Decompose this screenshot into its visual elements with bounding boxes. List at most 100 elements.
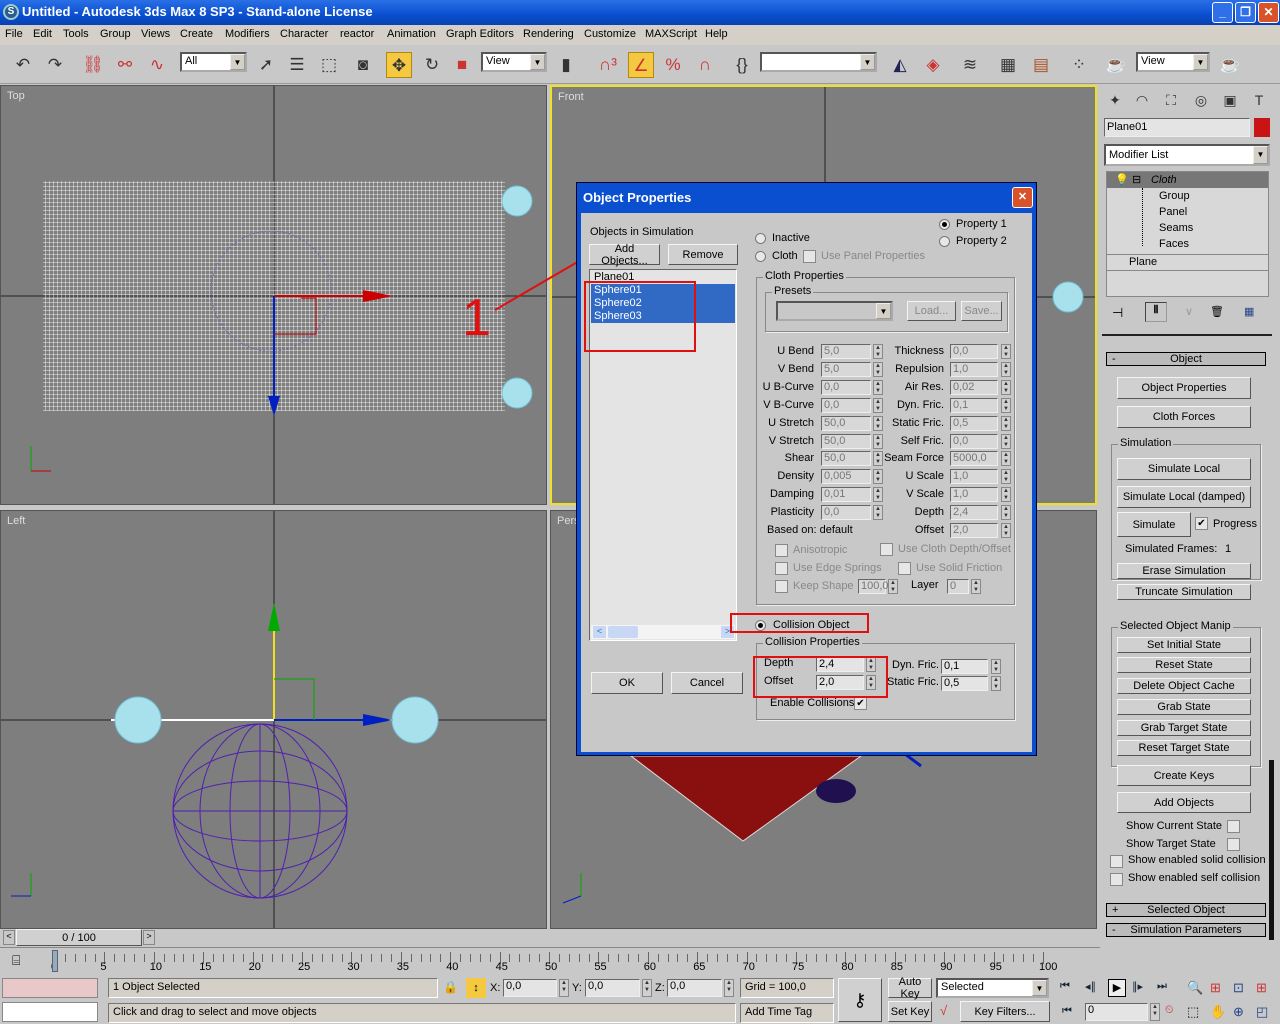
open-mini-curve-editor-icon[interactable]: ⌸ (12, 952, 20, 969)
cloth-field-input[interactable]: 0,0 (950, 344, 998, 359)
keep-shape-checkbox[interactable] (775, 580, 788, 593)
cloth-field-spinner[interactable]: ▲ ▼ (1001, 451, 1011, 467)
scrollbar-thumb[interactable] (608, 626, 638, 638)
maximize-viewport-icon[interactable]: ◰ (1256, 1004, 1268, 1020)
stack-sub-faces[interactable]: Faces (1159, 238, 1189, 250)
cloth-field-input[interactable]: 50,0 (821, 433, 871, 449)
list-horizontal-scrollbar[interactable]: < > (591, 625, 735, 639)
collision-offset-field[interactable]: 2,0 (816, 675, 864, 690)
simulate-button[interactable]: Simulate (1117, 512, 1191, 537)
select-by-name-icon[interactable]: ☰ (284, 52, 310, 78)
viewport-top[interactable]: Top (0, 85, 547, 505)
object-properties-button[interactable]: Object Properties (1117, 377, 1251, 399)
collision-depth-field[interactable]: 2,4 (816, 657, 864, 672)
z-spinner[interactable]: ▲ ▼ (724, 979, 734, 997)
named-selection-sets-dropdown[interactable]: ▼ (760, 52, 877, 72)
cloth-field-input[interactable]: 0,01 (821, 487, 871, 503)
cloth-field-input[interactable]: 0,0 (821, 379, 871, 395)
cloth-field-input[interactable]: 0,0 (950, 433, 998, 449)
menu-help[interactable]: Help (705, 28, 728, 40)
add-objects-dialog-button[interactable]: Add Objects... (589, 243, 660, 267)
next-frame-icon[interactable]: ∥▸ (1132, 980, 1143, 993)
stack-item-plane[interactable]: Plane (1129, 256, 1157, 268)
unlink-icon[interactable]: ⚯ (112, 52, 138, 78)
maxscript-input-mini[interactable] (2, 1002, 98, 1022)
set-initial-state-button[interactable]: Set Initial State (1117, 637, 1251, 653)
selection-filter-dropdown[interactable]: All ▼ (180, 52, 247, 72)
spinner-snap-icon[interactable]: ∩ (692, 52, 718, 78)
keep-shape-spinner[interactable]: ▲ ▼ (888, 579, 898, 594)
show-solid-collision-checkbox[interactable] (1110, 855, 1123, 868)
collision-dyn-fric-spinner[interactable]: ▲ ▼ (991, 659, 1001, 674)
time-configuration-icon[interactable]: ⏲ (1165, 1004, 1174, 1017)
dialog-close-button[interactable]: ✕ (1012, 187, 1033, 208)
viewport-left[interactable]: Left (0, 510, 547, 929)
object-color-swatch[interactable] (1254, 118, 1270, 137)
cloth-field-spinner[interactable]: ▲ ▼ (873, 379, 883, 395)
angle-snap-icon[interactable]: ∠ (628, 52, 654, 78)
maxscript-listener-mini[interactable] (2, 978, 98, 998)
truncate-simulation-button[interactable]: Truncate Simulation (1117, 584, 1251, 600)
command-panel-scrollbar[interactable] (1269, 760, 1274, 940)
close-button[interactable]: ✕ (1258, 2, 1279, 23)
render-scene-icon[interactable]: ☕ (1103, 52, 1129, 78)
show-target-state-checkbox[interactable] (1227, 838, 1240, 851)
scroll-left-icon[interactable]: < (593, 626, 606, 638)
keep-shape-field[interactable]: 100,0 (858, 579, 889, 594)
motion-tab-icon[interactable]: ◎ (1188, 87, 1214, 113)
cloth-forces-button[interactable]: Cloth Forces (1117, 406, 1251, 428)
show-current-state-checkbox[interactable] (1227, 820, 1240, 833)
cloth-field-input[interactable]: 0,0 (821, 505, 871, 521)
snap-toggle-icon[interactable]: ∩³ (595, 52, 621, 78)
menu-views[interactable]: Views (141, 28, 170, 40)
cloth-field-spinner[interactable]: ▲ ▼ (1001, 379, 1011, 395)
schematic-view-icon[interactable]: ▤ (1028, 52, 1054, 78)
modify-tab-icon[interactable]: ◠ (1129, 87, 1155, 113)
display-tab-icon[interactable]: ▣ (1217, 87, 1243, 113)
current-frame-field[interactable]: 0 (1085, 1003, 1148, 1021)
select-and-scale-icon[interactable]: ■ (449, 52, 475, 78)
z-coordinate-field[interactable]: 0,0 (667, 979, 722, 997)
collapse-icon[interactable]: ⊟ (1132, 173, 1141, 186)
x-coordinate-field[interactable]: 0,0 (503, 979, 557, 997)
cloth-field-input[interactable]: 2,0 (950, 523, 998, 538)
menu-file[interactable]: File (5, 28, 23, 40)
cloth-field-spinner[interactable]: ▲ ▼ (1001, 397, 1011, 413)
menu-animation[interactable]: Animation (387, 28, 436, 40)
time-slider-track[interactable]: < 0 / 100 > (0, 929, 1100, 947)
window-crossing-icon[interactable]: ◙ (350, 52, 376, 78)
menu-edit[interactable]: Edit (33, 28, 52, 40)
anisotropic-checkbox[interactable] (775, 544, 788, 557)
cloth-field-input[interactable]: 1,0 (950, 361, 998, 377)
pan-hand-icon[interactable]: ✋ (1210, 1004, 1226, 1020)
rollout-object[interactable]: - Object (1106, 352, 1266, 366)
select-object-icon[interactable]: ➚ (253, 52, 279, 78)
erase-simulation-button[interactable]: Erase Simulation (1117, 563, 1251, 579)
set-keys-key-icon[interactable]: ⚷ (838, 978, 882, 1022)
cancel-button[interactable]: Cancel (671, 672, 743, 694)
utilities-tab-icon[interactable]: T (1246, 87, 1272, 113)
region-zoom-icon[interactable]: ⬚ (1187, 1004, 1199, 1020)
layer-field[interactable]: 0 (947, 579, 969, 594)
cloth-field-input[interactable]: 5,0 (821, 361, 871, 377)
ok-button[interactable]: OK (591, 672, 663, 694)
cloth-field-spinner[interactable]: ▲ ▼ (873, 415, 883, 431)
remove-modifier-icon[interactable]: 🗑 (1210, 305, 1224, 318)
mirror-icon[interactable]: ◭ (887, 52, 913, 78)
create-keys-button[interactable]: Create Keys (1117, 765, 1251, 786)
menu-rendering[interactable]: Rendering (523, 28, 574, 40)
cloth-field-spinner[interactable]: ▲ ▼ (873, 361, 883, 377)
cloth-field-input[interactable]: 0,005 (821, 469, 871, 485)
property1-radio[interactable] (939, 219, 950, 230)
cloth-field-spinner[interactable]: ▲ ▼ (873, 469, 883, 485)
menu-customize[interactable]: Customize (584, 28, 636, 40)
use-edge-springs-checkbox[interactable] (775, 562, 788, 575)
add-time-tag[interactable]: Add Time Tag (740, 1003, 834, 1023)
list-item[interactable]: Sphere02 (591, 297, 735, 310)
render-type-dropdown[interactable]: View ▼ (1136, 52, 1210, 72)
viewport-label-left[interactable]: Left (7, 515, 25, 527)
key-filters-button[interactable]: Key Filters... (960, 1001, 1050, 1022)
use-panel-properties-checkbox[interactable] (803, 250, 816, 263)
save-button[interactable]: Save... (961, 301, 1002, 321)
prev-frame-icon[interactable]: < (3, 930, 15, 945)
